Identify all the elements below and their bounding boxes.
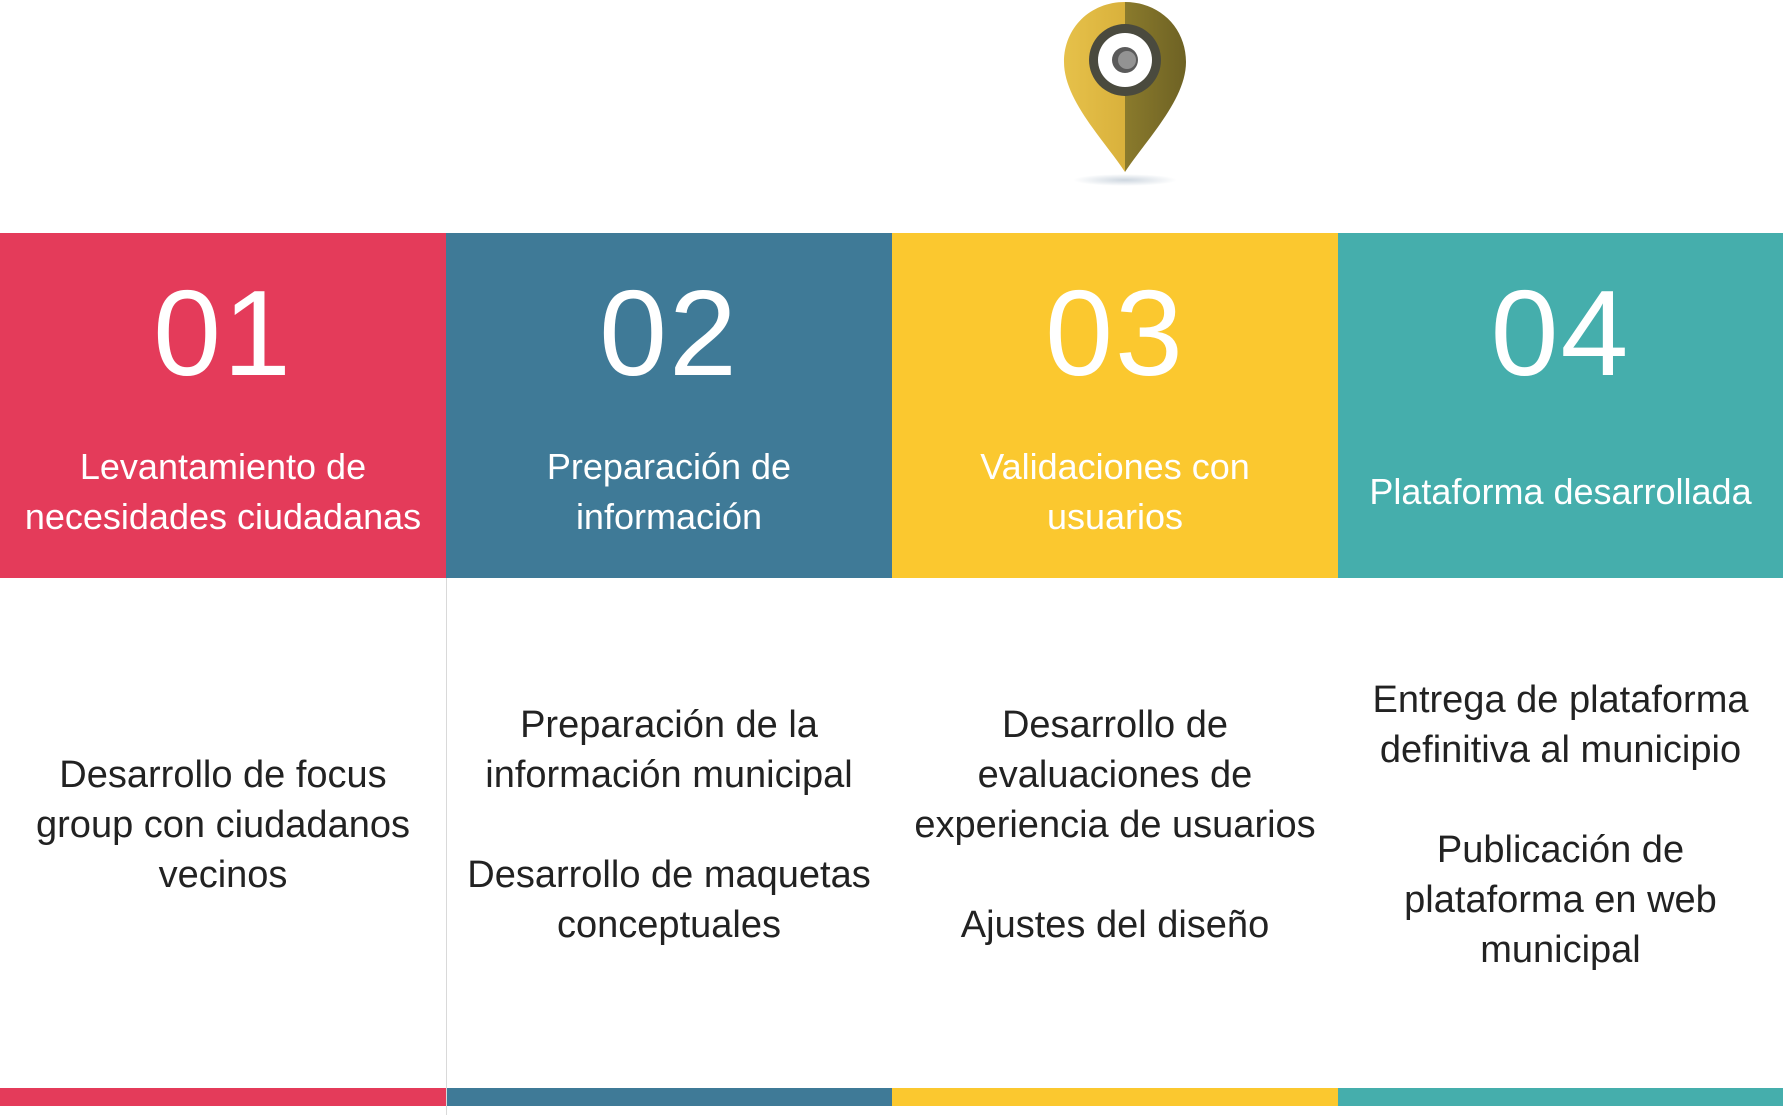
step-column-1: 01 Levantamiento de necesidades ciudadana… [0,0,446,1115]
step-number: 03 [1045,265,1185,401]
step-number: 04 [1490,265,1631,401]
step-number: 02 [599,265,739,401]
step-title: Validaciones con usuarios [902,442,1328,542]
step-title-text: Plataforma desarrollada [1369,471,1752,512]
step-details: Entrega de plataforma definitiva al muni… [1348,590,1773,1060]
step-title: Preparación de información [456,442,882,542]
step-bottom-bar [1338,1088,1783,1106]
step-bottom-bar [0,1088,446,1106]
step-detail-item: Ajustes del diseño [960,904,1270,946]
step-title: Levantamiento de necesidades ciudadanas [10,442,436,542]
step-column-4: 04 Plataforma desarrollada Entrega de plat… [1338,0,1783,1115]
step-column-2: 02 Preparación de información Preparación … [446,0,892,1115]
step-details: Preparación de la información municipal D… [456,590,882,1060]
step-title-text: Levantamiento de necesidades ciudadanas [24,446,422,537]
step-column-3: 03 Validaciones con usuarios Desarrollo de… [892,0,1338,1115]
step-detail-item: Preparación de la información municipal [485,704,853,796]
step-detail-item: Desarrollo de evaluaciones de experienci… [914,704,1316,846]
step-details: Desarrollo de evaluaciones de experienci… [902,590,1328,1060]
step-number: 01 [153,265,293,401]
step-detail-item: Publicación de plataforma en web municip… [1404,829,1717,971]
step-bottom-bar [892,1088,1338,1106]
step-title-text: Preparación de información [546,446,792,537]
step-details: Desarrollo de focus group con ciudadanos… [10,590,436,1060]
step-title-text: Validaciones con usuarios [980,446,1250,537]
column-divider [446,578,447,1115]
step-detail-item: Desarrollo de focus group con ciudadanos… [36,754,410,896]
step-bottom-bar [446,1088,892,1106]
step-detail-item: Desarrollo de maquetas conceptuales [467,854,871,946]
step-title: Plataforma desarrollada [1348,442,1773,542]
step-detail-item: Entrega de plataforma definitiva al muni… [1372,679,1749,771]
